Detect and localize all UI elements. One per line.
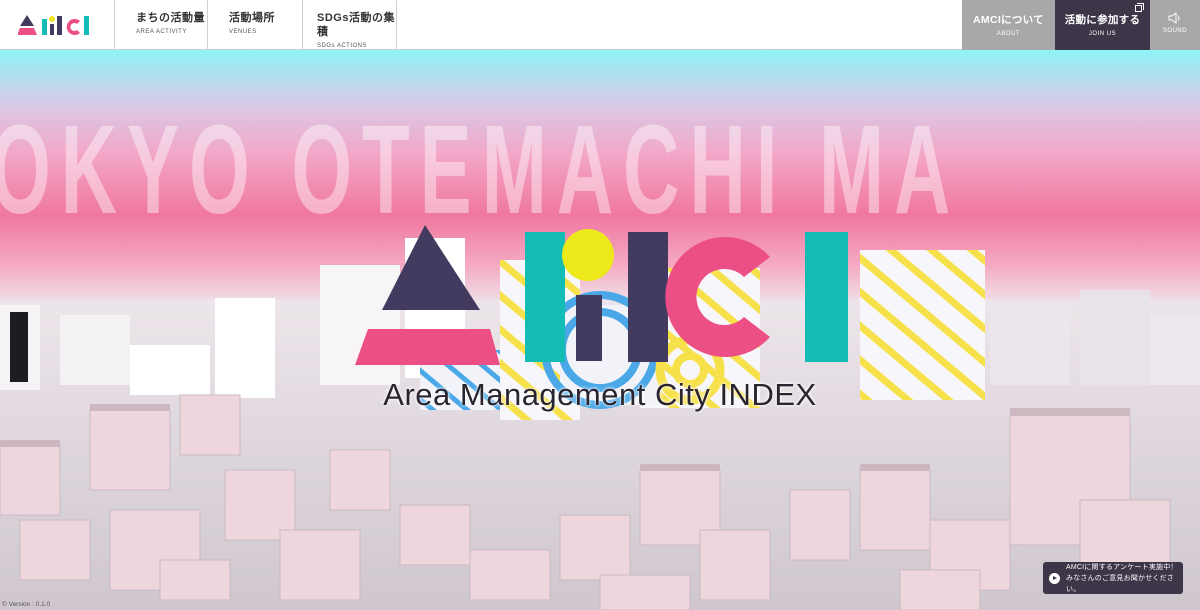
logo-trapezoid-shape: [355, 329, 500, 365]
survey-text: AMCIに関するアンケート実施中！ みなさんのご意見お聞かせください。: [1066, 562, 1183, 595]
nav-venues-sublabel: VENUES: [229, 29, 257, 35]
survey-line-1: AMCIに関するアンケート実施中！: [1066, 563, 1178, 571]
amci-logo-icon: [18, 15, 89, 35]
app-root: まちの活動量 AREA ACTIVITY 活動場所 VENUES SDGs活動の…: [0, 0, 1200, 610]
survey-line-2: みなさんのご意見お聞かせください。: [1066, 574, 1174, 593]
logo-dot-shape: [562, 229, 614, 281]
nav-sdgs-actions-sublabel: SDGs ACTIONS: [317, 43, 368, 49]
nav-venues-label: 活動場所: [229, 12, 275, 24]
join-us-button-label: 活動に参加する: [1064, 14, 1141, 26]
nav-area-activity-sublabel: AREA ACTIVITY: [136, 29, 187, 35]
logo-letter-c: [665, 237, 770, 357]
hero-city-scene[interactable]: OKYO OTEMACHI MA Area Management City IN…: [0, 50, 1200, 610]
external-link-icon: [1135, 3, 1144, 12]
sound-toggle-button[interactable]: SOUND: [1150, 0, 1200, 50]
top-navigation: まちの活動量 AREA ACTIVITY 活動場所 VENUES SDGs活動の…: [0, 0, 1200, 50]
logo-letter-m-middle: [576, 295, 602, 361]
nav-area-activity-label: まちの活動量: [136, 12, 205, 24]
nav-sdgs-actions[interactable]: SDGs活動の集積 SDGs ACTIONS: [303, 0, 397, 50]
speaker-icon: [1168, 12, 1180, 24]
nav-sdgs-actions-label: SDGs活動の集積: [317, 12, 395, 38]
logo-letter-i: [805, 232, 848, 362]
nav-venues[interactable]: 活動場所 VENUES: [208, 0, 303, 50]
join-us-button-sublabel: JOIN US: [1088, 31, 1117, 37]
site-logo[interactable]: [0, 0, 115, 50]
logo-letter-m-right: [628, 232, 668, 362]
logo-triangle-shape: [382, 225, 480, 310]
about-button[interactable]: AMCIについて ABOUT: [962, 0, 1055, 50]
hero-subtitle: Area Management City INDEX: [383, 377, 817, 412]
about-button-sublabel: ABOUT: [996, 31, 1021, 37]
play-arrow-icon: [1049, 572, 1060, 584]
join-us-button[interactable]: 活動に参加する JOIN US: [1055, 0, 1150, 50]
sound-button-label: SOUND: [1162, 28, 1188, 34]
logo-letter-m-left: [525, 232, 565, 362]
nav-area-activity[interactable]: まちの活動量 AREA ACTIVITY: [115, 0, 208, 50]
about-button-label: AMCIについて: [973, 14, 1044, 26]
survey-banner-button[interactable]: AMCIに関するアンケート実施中！ みなさんのご意見お聞かせください。: [1043, 562, 1183, 594]
version-text: © Version : 0.1.0: [2, 601, 51, 608]
header-spacer: [397, 0, 962, 49]
